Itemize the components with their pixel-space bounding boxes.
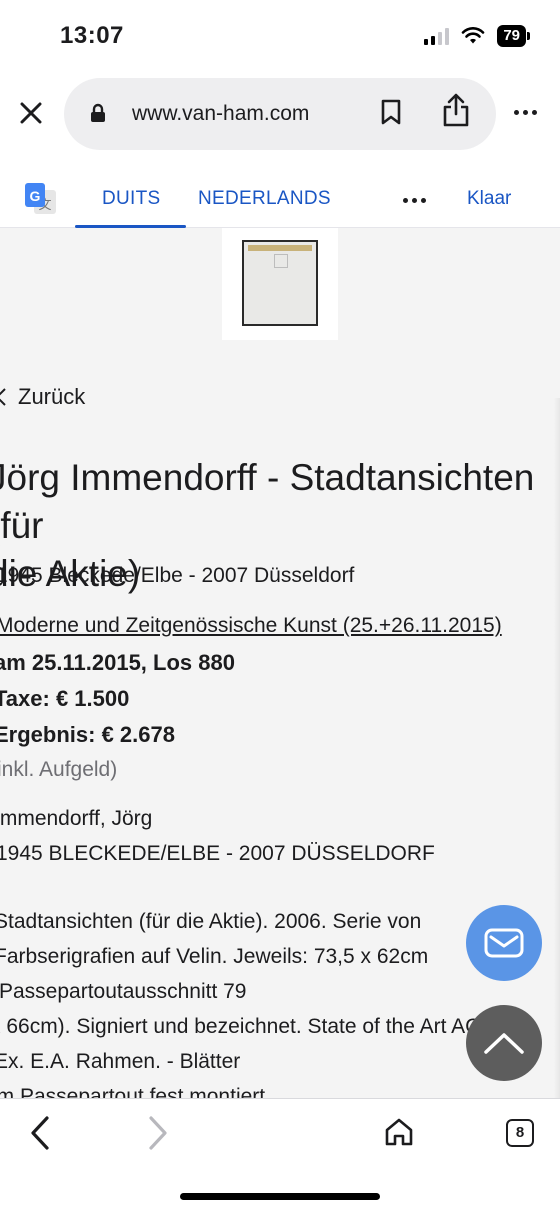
google-translate-icon: 文 G bbox=[25, 183, 56, 214]
mail-icon bbox=[484, 928, 524, 958]
share-icon[interactable] bbox=[441, 92, 471, 128]
artist-dates: 1945 Bleckede/Elbe - 2007 Düsseldorf bbox=[0, 564, 355, 587]
back-label: Zurück bbox=[18, 384, 86, 409]
back-arrow-icon[interactable] bbox=[28, 1115, 52, 1151]
description-line: Ex. E.A. Rahmen. - Blätter bbox=[0, 1050, 241, 1073]
bookmark-icon[interactable] bbox=[380, 98, 402, 126]
estimate: Taxe: € 1.500 bbox=[0, 686, 130, 711]
translate-done-button[interactable]: Klaar bbox=[467, 188, 511, 210]
description-line: Stadtansichten (für die Aktie). 2006. Se… bbox=[0, 910, 422, 933]
close-button[interactable] bbox=[16, 98, 46, 128]
artwork-image bbox=[242, 240, 318, 326]
browser-toolbar: 8 bbox=[0, 1098, 560, 1211]
close-icon bbox=[20, 102, 42, 124]
artist-name: Immendorff, Jörg bbox=[0, 807, 153, 830]
translate-more-icon[interactable] bbox=[403, 198, 426, 203]
description-line: (Passepartoutausschnitt 79 bbox=[0, 980, 247, 1003]
status-icons: 79 bbox=[424, 25, 530, 47]
status-bar: 13:07 79 bbox=[0, 0, 560, 72]
svg-text:G: G bbox=[30, 188, 41, 204]
auction-link[interactable]: Moderne und Zeitgenössische Kunst (25.+2… bbox=[0, 614, 502, 638]
back-link[interactable]: Zurück bbox=[0, 384, 85, 410]
side-panel-edge bbox=[554, 398, 560, 1098]
description-line: im Passepartout fest montiert. bbox=[0, 1085, 271, 1098]
description-line: Farbserigrafien auf Velin. Jeweils: 73,5… bbox=[0, 945, 429, 968]
tab-german[interactable]: DUITS bbox=[102, 188, 161, 210]
title-line-1: Jörg Immendorff - Stadtansichten (für bbox=[0, 457, 535, 546]
status-time: 13:07 bbox=[60, 22, 124, 49]
cellular-signal-icon bbox=[424, 27, 450, 45]
battery-indicator: 79 bbox=[497, 25, 530, 47]
sale-date: am 25.11.2015, Los 880 bbox=[0, 650, 235, 675]
chevron-up-icon bbox=[484, 1033, 524, 1054]
more-options-icon[interactable] bbox=[514, 110, 537, 115]
scroll-to-top-button[interactable] bbox=[466, 1005, 542, 1081]
tab-dutch[interactable]: NEDERLANDS bbox=[198, 188, 331, 210]
home-icon[interactable] bbox=[384, 1117, 414, 1147]
chevron-left-icon bbox=[0, 388, 6, 406]
lock-icon bbox=[91, 103, 105, 122]
artwork-thumbnail[interactable] bbox=[222, 228, 338, 340]
artist-dates-caps: 1945 BLECKEDE/ELBE - 2007 DÜSSELDORF bbox=[0, 842, 435, 865]
browser-address-bar: www.van-ham.com bbox=[0, 72, 560, 160]
description-line: x 66cm). Signiert und bezeichnet. State … bbox=[0, 1015, 495, 1038]
result: Ergebnis: € 2.678 bbox=[0, 722, 175, 747]
url-text: www.van-ham.com bbox=[132, 102, 310, 125]
translate-bar: 文 G DUITS NEDERLANDS Klaar bbox=[0, 162, 560, 228]
tab-count-button[interactable]: 8 bbox=[506, 1119, 534, 1147]
premium-note: (inkl. Aufgeld) bbox=[0, 758, 118, 781]
home-indicator bbox=[180, 1193, 380, 1200]
forward-arrow-icon[interactable] bbox=[146, 1115, 170, 1151]
url-field[interactable]: www.van-ham.com bbox=[64, 78, 496, 150]
contact-mail-button[interactable] bbox=[466, 905, 542, 981]
wifi-icon bbox=[462, 27, 485, 44]
